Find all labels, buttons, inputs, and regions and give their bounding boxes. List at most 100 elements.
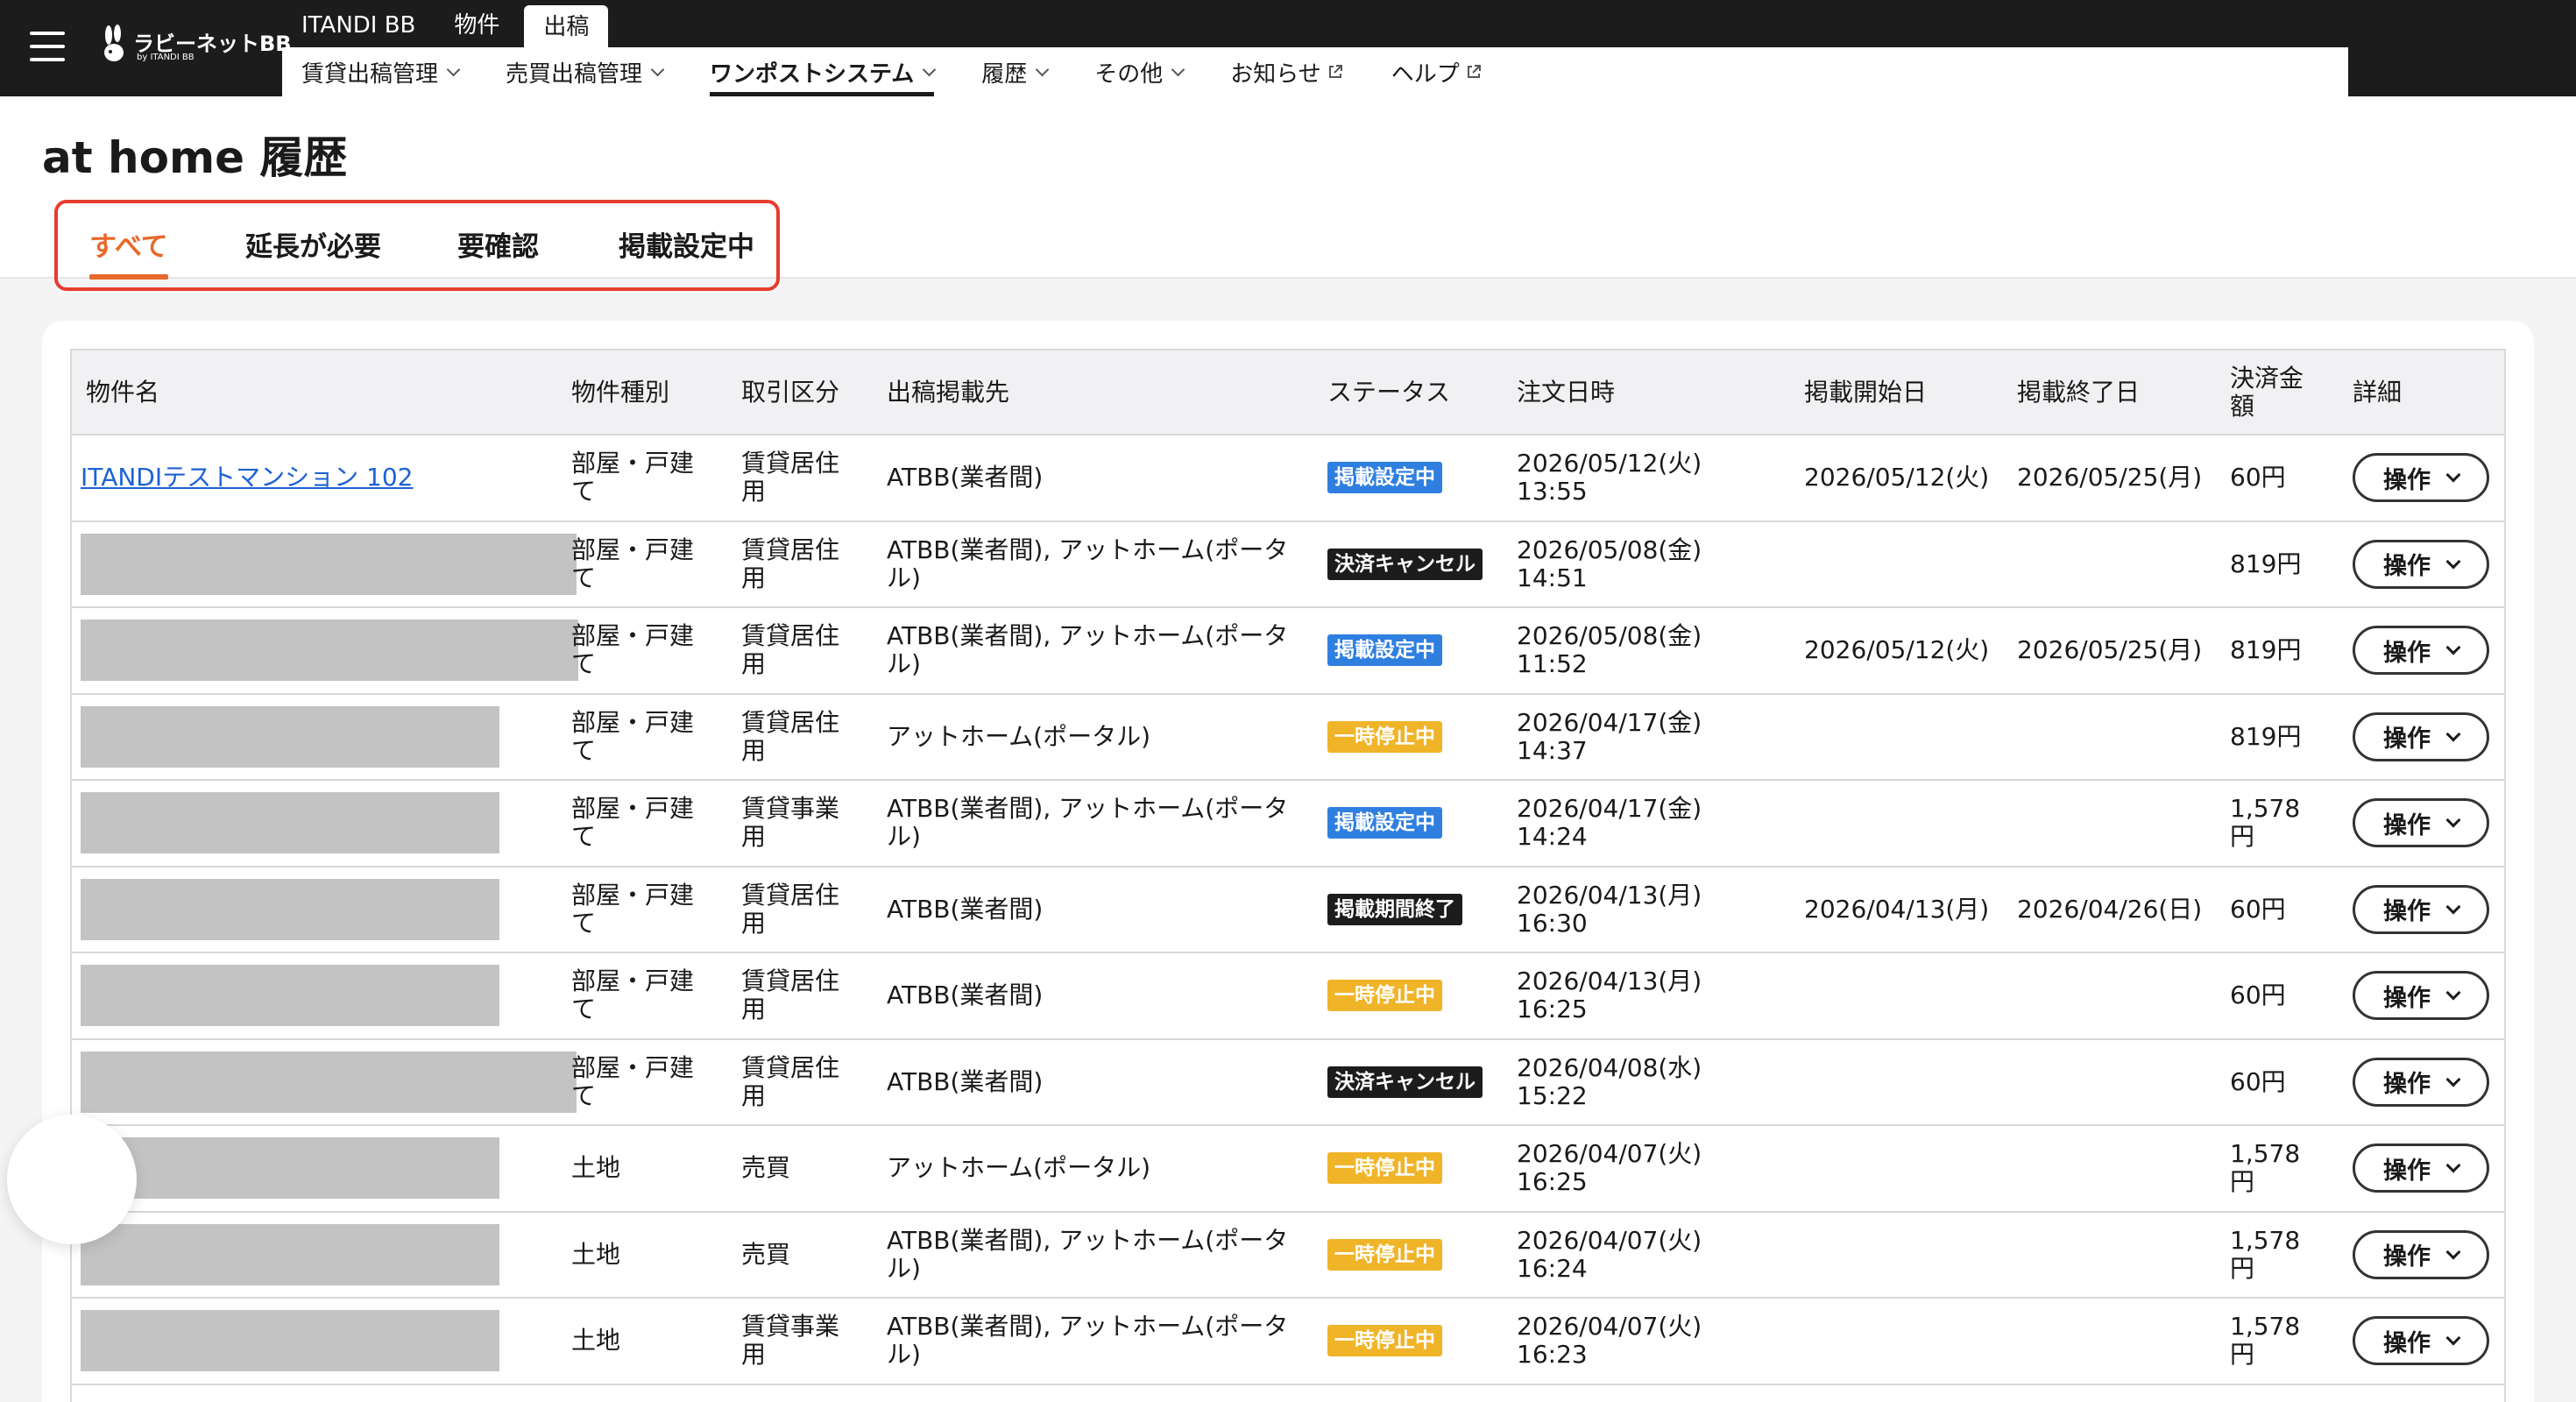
cell-property-name	[72, 520, 577, 608]
operation-button[interactable]: 操作	[2353, 1144, 2489, 1193]
filter-tab-all[interactable]: すべて	[89, 224, 168, 280]
cell-status: 一時停止中	[1313, 952, 1503, 1040]
top-tab-property[interactable]: 物件	[435, 0, 519, 47]
status-badge: 決済キャンセル	[1327, 1066, 1483, 1098]
operation-button-label: 操作	[2383, 1329, 2431, 1357]
col-header-amount[interactable]: 決済金額	[2216, 350, 2339, 435]
operation-button-label: 操作	[2383, 898, 2431, 926]
subnav-other[interactable]: その他	[1094, 47, 1185, 96]
redacted-name	[81, 1051, 577, 1113]
subnav-label: 賃貸出稿管理	[301, 60, 439, 88]
chevron-down-icon	[2445, 1330, 2461, 1346]
cell-amount: 60円	[2216, 1038, 2339, 1126]
cell-detail: 操作	[2339, 1211, 2504, 1299]
operation-button[interactable]: 操作	[2353, 1057, 2489, 1107]
logo-subtext: by ITANDI BB	[137, 53, 195, 62]
floating-widget[interactable]	[7, 1115, 137, 1244]
property-name-link[interactable]: ITANDIテストマンション 102	[81, 463, 413, 492]
chevron-down-icon	[2445, 640, 2461, 655]
top-tab-posting[interactable]: 出稿	[524, 5, 609, 47]
cell-detail: 操作	[2339, 435, 2504, 522]
cell-status: 掲載期間終了	[1313, 866, 1503, 953]
cell-start-date	[1790, 780, 2003, 867]
redacted-name	[81, 1137, 499, 1200]
chevron-down-icon	[922, 62, 937, 76]
table-row: 部屋・戸建て 賃貸事業用 ATBB(業者間), アットホーム(ポータル) 掲載設定中 2…	[72, 780, 2504, 867]
filter-tab-needs-review[interactable]: 要確認	[457, 224, 539, 264]
cell-end-date	[2003, 952, 2216, 1040]
cell-property-name	[72, 1125, 557, 1213]
cell-detail: 操作	[2339, 1038, 2504, 1126]
col-header-property-name[interactable]: 物件名	[72, 350, 557, 435]
cell-order-datetime: 2026/04/13(月) 16:25	[1503, 952, 1790, 1040]
col-header-property-type[interactable]: 物件種別	[557, 350, 727, 435]
cell-property-name	[72, 607, 578, 695]
cell-property-type: 土地	[557, 1298, 727, 1385]
cell-order-datetime: 2026/04/17(金) 14:37	[1503, 693, 1790, 781]
table-row: 部屋・戸建て 賃貸居住用 ATBB(業者間) 掲載期間終了 2026/04/13(月) …	[72, 866, 2504, 953]
chevron-down-icon	[2445, 1072, 2461, 1087]
history-table: 物件名 物件種別 取引区分 出稿掲載先 ステータス 注文日時 掲載開始日 掲載終…	[72, 350, 2504, 1385]
subnav-history[interactable]: 履歴	[981, 47, 1050, 96]
subnav-rental-posting[interactable]: 賃貸出稿管理	[301, 47, 461, 96]
operation-button[interactable]: 操作	[2353, 712, 2489, 761]
cell-amount: 60円	[2216, 952, 2339, 1040]
cell-transaction-type: 賃貸事業用	[727, 780, 873, 867]
cell-detail: 操作	[2339, 1298, 2504, 1385]
cell-status: 一時停止中	[1313, 1298, 1503, 1385]
status-badge: 一時停止中	[1327, 980, 1442, 1012]
col-header-transaction-type[interactable]: 取引区分	[727, 350, 873, 435]
operation-button[interactable]: 操作	[2353, 539, 2489, 589]
cell-amount: 60円	[2216, 435, 2339, 522]
subnav-label: 売買出稿管理	[506, 60, 643, 88]
subnav-help[interactable]: ヘルプ	[1391, 47, 1483, 96]
operation-button-label: 操作	[2383, 984, 2431, 1012]
operation-button[interactable]: 操作	[2353, 798, 2489, 848]
cell-end-date	[2003, 693, 2216, 781]
logo[interactable]: ラビーネットBB by ITANDI BB	[98, 23, 292, 72]
cell-property-name	[72, 866, 557, 953]
table-row: 部屋・戸建て 賃貸居住用 ATBB(業者間) 一時停止中 2026/04/13(月) 1…	[72, 952, 2504, 1040]
menu-icon[interactable]	[30, 32, 65, 61]
cell-end-date	[2003, 520, 2216, 608]
operation-button-label: 操作	[2383, 726, 2431, 754]
operation-button[interactable]: 操作	[2353, 971, 2489, 1021]
operation-button-label: 操作	[2383, 1157, 2431, 1185]
col-header-order-datetime[interactable]: 注文日時	[1503, 350, 1790, 435]
cell-property-type: 土地	[557, 1125, 727, 1213]
cell-status: 掲載設定中	[1313, 607, 1503, 695]
history-table-wrapper: 物件名 物件種別 取引区分 出稿掲載先 ステータス 注文日時 掲載開始日 掲載終…	[70, 349, 2506, 1402]
cell-start-date	[1790, 1038, 2003, 1126]
top-tab-itandi-bb[interactable]: ITANDI BB	[282, 0, 435, 47]
cell-end-date	[2003, 1038, 2216, 1126]
filter-tab-in-setup[interactable]: 掲載設定中	[619, 224, 754, 264]
cell-order-datetime: 2026/04/08(水) 15:22	[1503, 1038, 1790, 1126]
col-header-detail: 詳細	[2339, 350, 2504, 435]
chevron-down-icon	[2445, 1158, 2461, 1173]
subnav-news[interactable]: お知らせ	[1230, 47, 1343, 96]
operation-button[interactable]: 操作	[2353, 1229, 2489, 1279]
cell-destination: アットホーム(ポータル)	[873, 693, 1313, 781]
cell-property-name: ITANDIテストマンション 102	[72, 435, 557, 522]
cell-status: 一時停止中	[1313, 693, 1503, 781]
col-header-destination[interactable]: 出稿掲載先	[873, 350, 1313, 435]
subnav-label: ワンポストシステム	[710, 60, 915, 88]
operation-button[interactable]: 操作	[2353, 626, 2489, 676]
operation-button[interactable]: 操作	[2353, 1316, 2489, 1366]
filter-tab-needs-extension[interactable]: 延長が必要	[245, 224, 381, 264]
col-header-start-date[interactable]: 掲載開始日	[1790, 350, 2003, 435]
subnav-sales-posting[interactable]: 売買出稿管理	[506, 47, 665, 96]
cell-property-type: 部屋・戸建て	[557, 780, 727, 867]
operation-button[interactable]: 操作	[2353, 453, 2489, 503]
subnav-onepost-system[interactable]: ワンポストシステム	[710, 47, 937, 96]
sub-navigation: 賃貸出稿管理 売買出稿管理 ワンポストシステム 履歴 その他 お知らせ ヘルプ	[282, 47, 2348, 96]
cell-detail: 操作	[2339, 693, 2504, 781]
status-badge: 一時停止中	[1327, 1325, 1442, 1357]
operation-button[interactable]: 操作	[2353, 884, 2489, 934]
cell-detail: 操作	[2339, 952, 2504, 1040]
col-header-status[interactable]: ステータス	[1313, 350, 1503, 435]
cell-status: 決済キャンセル	[1313, 1038, 1503, 1126]
col-header-end-date[interactable]: 掲載終了日	[2003, 350, 2216, 435]
cell-status: 決済キャンセル	[1313, 520, 1503, 608]
cell-order-datetime: 2026/04/07(火) 16:23	[1503, 1298, 1790, 1385]
